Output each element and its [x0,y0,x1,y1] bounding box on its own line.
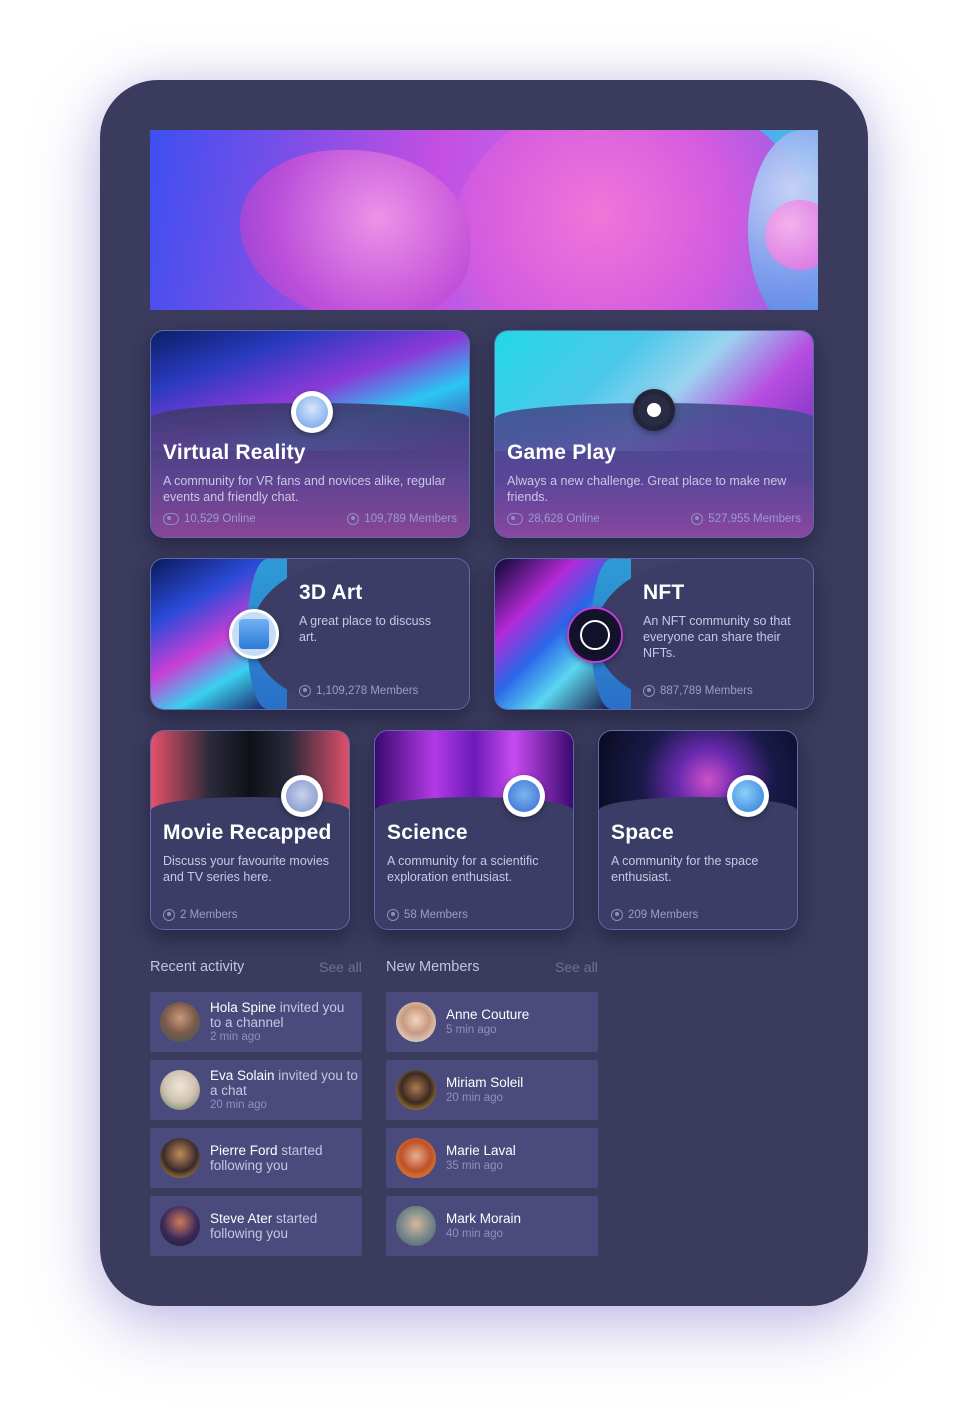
users-online-icon [163,513,179,525]
member-icon [611,909,623,921]
member-count: 887,789 Members [643,685,753,697]
globe-icon [727,775,769,817]
card-title: Game Play [507,441,617,464]
users-online-icon [507,513,523,525]
new-members-heading: New Members [386,959,480,975]
card-title: NFT [643,581,685,604]
card-title: Science [387,821,468,844]
member-icon [299,685,311,697]
card-title: Space [611,821,674,844]
community-card-game-play[interactable]: Game Play Always a new challenge. Great … [494,330,814,538]
member-row[interactable]: Anne Couture 5 min ago [386,992,598,1052]
avatar [396,1002,436,1042]
card-title: 3D Art [299,581,363,604]
card-description: Discuss your favourite movies and TV ser… [163,854,330,884]
member-join-time: 35 min ago [446,1160,503,1172]
card-title: Virtual Reality [163,441,306,464]
online-count: 10,529 Online [163,513,256,525]
member-count: 527,955 Members [691,513,801,525]
community-card-nft[interactable]: NFT An NFT community so that everyone ca… [494,558,814,710]
member-count: 2 Members [163,909,238,921]
hero-banner [150,130,818,310]
member-name: Miriam Soleil [446,1075,524,1090]
new-members-see-all-link[interactable]: See all [555,959,598,975]
hero-figure-left [240,150,470,310]
member-icon [387,909,399,921]
member-icon [691,513,704,525]
avatar [396,1206,436,1246]
member-count: 1,109,278 Members [299,685,418,697]
member-icon [347,513,360,525]
avatar [396,1138,436,1178]
activity-row[interactable]: Pierre Ford started following you [150,1128,362,1188]
community-card-3d-art[interactable]: 3D Art A great place to discuss art. 1,1… [150,558,470,710]
avatar [396,1070,436,1110]
community-card-science[interactable]: Science A community for a scientific exp… [374,730,574,930]
card-description: An NFT community so that everyone can sh… [643,614,791,660]
gamepad-icon [633,389,675,431]
card-description: A community for VR fans and novices alik… [163,474,446,504]
community-card-movie-recapped[interactable]: Movie Recapped Discuss your favourite mo… [150,730,350,930]
member-name: Anne Couture [446,1007,530,1022]
recent-activity-see-all-link[interactable]: See all [319,959,362,975]
activity-time: 20 min ago [210,1099,267,1111]
member-row[interactable]: Marie Laval 35 min ago [386,1128,598,1188]
activity-row[interactable]: Steve Ater started following you [150,1196,362,1256]
actor-name: Steve Ater [210,1211,273,1226]
card-description: A community for a scientific exploration… [387,854,539,884]
member-name: Mark Morain [446,1211,522,1226]
vr-headset-icon [291,391,333,433]
3d-figure-icon [229,609,279,659]
member-count: 58 Members [387,909,468,921]
actor-name: Hola Spine [210,1000,277,1015]
card-title: Movie Recapped [163,821,332,844]
member-join-time: 20 min ago [446,1092,503,1104]
member-row[interactable]: Miriam Soleil 20 min ago [386,1060,598,1120]
member-name: Marie Laval [446,1143,516,1158]
card-description: A great place to discuss art. [299,614,432,644]
card-description: A community for the space enthusiast. [611,854,759,884]
member-count: 109,789 Members [347,513,457,525]
recent-activity-heading: Recent activity [150,959,245,975]
card-description: Always a new challenge. Great place to m… [507,474,787,504]
vitruvian-icon [567,607,623,663]
member-join-time: 40 min ago [446,1228,503,1240]
member-icon [643,685,655,697]
activity-row[interactable]: Eva Solain invited you to a chat 20 min … [150,1060,362,1120]
actor-name: Eva Solain [210,1068,275,1083]
member-row[interactable]: Mark Morain 40 min ago [386,1196,598,1256]
actor-name: Pierre Ford [210,1143,278,1158]
member-icon [163,909,175,921]
science-laptop-icon [503,775,545,817]
movie-viewer-icon [281,775,323,817]
avatar [160,1138,200,1178]
member-count: 209 Members [611,909,698,921]
member-join-time: 5 min ago [446,1024,497,1036]
community-card-space[interactable]: Space A community for the space enthusia… [598,730,798,930]
activity-row[interactable]: Hola Spine invited you to a channel 2 mi… [150,992,362,1052]
avatar [160,1070,200,1110]
activity-time: 2 min ago [210,1031,261,1043]
avatar [160,1002,200,1042]
online-count: 28,628 Online [507,513,600,525]
community-card-virtual-reality[interactable]: Virtual Reality A community for VR fans … [150,330,470,538]
avatar [160,1206,200,1246]
